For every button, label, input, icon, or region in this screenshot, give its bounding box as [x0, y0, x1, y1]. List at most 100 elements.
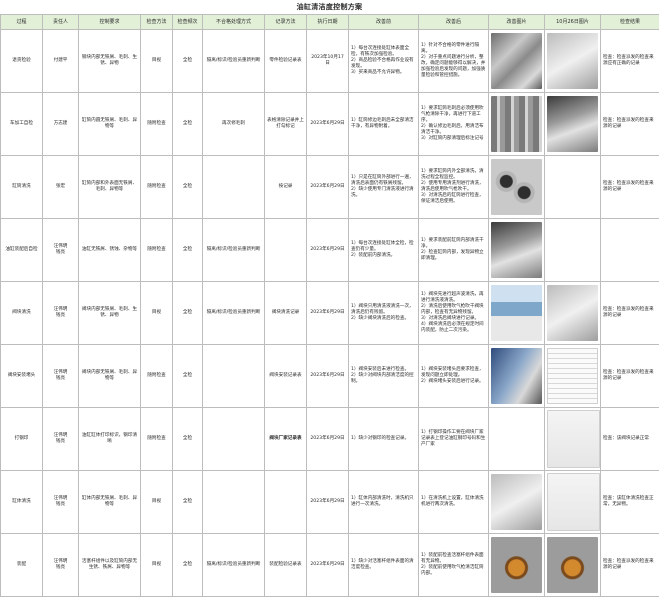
cell-after: 1）针对不合格的零件进行隔离。 2）对于重点问题进行分析，整改，确定问题能够得以…: [419, 30, 489, 93]
header-method: 检查方法: [141, 15, 173, 30]
table-row: 车加工自检 方志建 缸筒内圆无铁屑、毛刺、异物等 随附检查 全检 再次修毛刺 表…: [1, 93, 659, 156]
cell-date: 2023年10月17日: [307, 30, 349, 93]
cell-frequency: 全检: [173, 282, 203, 345]
oct26-record-sheet: [547, 348, 598, 404]
cell-after: 1）装配前检查活塞杆组件表面有无异物。 2）装配前使用吹气枪清洁缸筒内部。: [419, 534, 489, 597]
cell-nonconform: 隔离/标识/检验员重新判断: [203, 30, 265, 93]
oct26-photo: [547, 96, 598, 152]
cell-result: 检查：检查派发的检查来源的记录: [601, 345, 659, 408]
cell-result: 检查：检查派发的检查来源的记录: [601, 282, 659, 345]
cell-date: 2023年6月29日: [307, 93, 349, 156]
cell-requirement: 油缸无铁屑、锈蚀、杂物等: [79, 219, 141, 282]
cell-before: 1）阀块只用清洗液清洗一次，清洗后仍有残留。 2）缺少阀块清洗后的检查。: [349, 282, 419, 345]
cell-frequency: 全检: [173, 156, 203, 219]
cell-improvement-photo: [489, 345, 545, 408]
header-owner: 责任人: [43, 15, 79, 30]
improvement-photo: [491, 222, 542, 278]
cell-oct26-photo: [545, 345, 601, 408]
cell-before: 1）缸体内部清洗时，清洗机只进行一次清洗。: [349, 471, 419, 534]
cell-result: 检查：检查派发的检查来源的记录: [601, 156, 659, 219]
header-process: 过程: [1, 15, 43, 30]
table-row: 缸筒清洗 张宏 缸筒内部和外表面无铁屑、毛刺、异物等 随附检查 全检 按记录 2…: [1, 156, 659, 219]
cell-process: 车加工自检: [1, 93, 43, 156]
cell-requirement: 阀块内部无铁屑、毛刺、异物等: [79, 345, 141, 408]
cell-method: 目视: [141, 282, 173, 345]
cell-before: 1）缺少对钢印的检查记录。: [349, 408, 419, 471]
cell-oct26-photo: [545, 408, 601, 471]
oct26-photo: [547, 473, 600, 531]
cell-after: 1）阀块安装堵头后要求检查，发现问题立即处理。 2）阀块堵头安装后进行记录。: [419, 345, 489, 408]
oct26-photo: [547, 33, 598, 89]
cell-before: 1）每台次连接处缸体表面全检，有铁次加强检验。 2）商品检验不合格再作业设有发现…: [349, 30, 419, 93]
cell-record: 零件检验记录表: [265, 30, 307, 93]
cell-owner: 付建平: [43, 30, 79, 93]
improvement-photo: [491, 474, 542, 530]
cell-owner: 汪伟明 钱亮: [43, 408, 79, 471]
cell-nonconform: [203, 156, 265, 219]
cell-result: 检查：检查派发的检查来源的记录: [601, 534, 659, 597]
cell-after: 1）要求装配前缸筒内部清洗干净。 2）检查缸筒内部，发现异物立即清理。: [419, 219, 489, 282]
cell-before: 1）只是在缸筒外部进行一遍，清洗后表面仍有铁屑残留。 2）缺少使用专门清洗液进行…: [349, 156, 419, 219]
cell-nonconform: 隔离/标识/检验员重新判断: [203, 534, 265, 597]
cell-nonconform: 隔离/标识/检验员重新判断: [203, 282, 265, 345]
header-record: 记录方法: [265, 15, 307, 30]
cell-oct26-photo: [545, 30, 601, 93]
document-page: 油缸清洁度控制方案 过程 责任人 控制要求 检查方法 检查频次 不合格处理方式 …: [0, 0, 659, 595]
cell-process: 退货检验: [1, 30, 43, 93]
cell-owner: 汪伟明 钱亮: [43, 471, 79, 534]
cell-process: 缸体清洗: [1, 471, 43, 534]
cell-frequency: 全检: [173, 345, 203, 408]
cell-improvement-photo: [489, 156, 545, 219]
cell-nonconform: 隔离/标识/检验员重新判断: [203, 219, 265, 282]
table-row: 缸体清洗 汪伟明 钱亮 缸体内部无铁屑、毛刺、异物等 目视 全检 2023年6月…: [1, 471, 659, 534]
cell-process: 阀块清洗: [1, 282, 43, 345]
oct26-photo: [547, 537, 598, 593]
cell-frequency: 全检: [173, 30, 203, 93]
header-oct26-photo: 10月26日图片: [545, 15, 601, 30]
cell-date: 2023年6月29日: [307, 534, 349, 597]
header-before: 改善前: [349, 15, 419, 30]
table-row: 打钢印 汪伟明 钱亮 油缸缸体打印标识，钢印清晰 随附检查 全检 阀块厂家记录表…: [1, 408, 659, 471]
cell-record: 按记录: [265, 156, 307, 219]
cell-improvement-photo: [489, 30, 545, 93]
cell-improvement-photo: [489, 471, 545, 534]
cell-after: 1）在清洗机上设置，缸体清洗机进行两次清洗。: [419, 471, 489, 534]
cell-record: 阀块安装记录表: [265, 345, 307, 408]
cell-frequency: 全检: [173, 534, 203, 597]
table-row: 阀块安装堵头 汪伟明 钱亮 阀块内部无铁屑、毛刺、异物等 随附检查 全检 阀块安…: [1, 345, 659, 408]
cell-method: 随附检查: [141, 219, 173, 282]
cell-owner: 方志建: [43, 93, 79, 156]
header-frequency: 检查频次: [173, 15, 203, 30]
cell-after: 1）要求缸筒内外全部清洗，清洗过程全程监控。 2）使用专用清洗剂进行清洗，清洗后…: [419, 156, 489, 219]
cell-nonconform: [203, 471, 265, 534]
improvement-photo: [491, 33, 542, 89]
cell-requirement: 缸筒内部和外表面无铁屑、毛刺、异物等: [79, 156, 141, 219]
cell-method: 随附检查: [141, 156, 173, 219]
cell-before: 1）每台次连接处缸体全检，检查仍有少量。 2）装配前内部清洗。: [349, 219, 419, 282]
cell-requirement: 阀块内部无铁屑、毛刺、生锈、异物: [79, 282, 141, 345]
cell-process: 打钢印: [1, 408, 43, 471]
cell-frequency: 全检: [173, 93, 203, 156]
cell-oct26-photo: [545, 219, 601, 282]
cell-before: 1）缺少对活塞杆组件表面的清洁度检查。: [349, 534, 419, 597]
cell-owner: 汪伟明 钱亮: [43, 282, 79, 345]
cell-result: 检查：检查派发的检查来源的记录: [601, 93, 659, 156]
header-row: 过程 责任人 控制要求 检查方法 检查频次 不合格处理方式 记录方法 执行日期 …: [1, 15, 659, 30]
cell-owner: 汪伟明 钱亮: [43, 345, 79, 408]
cell-record: [265, 471, 307, 534]
cell-frequency: 全检: [173, 408, 203, 471]
cell-process: 油缸装配后自检: [1, 219, 43, 282]
cell-oct26-photo: [545, 282, 601, 345]
improvement-photo: [491, 96, 542, 152]
improvement-photo: [491, 537, 542, 593]
cell-improvement-photo: [489, 93, 545, 156]
cell-oct26-photo: [545, 156, 601, 219]
cell-before: 1）缸筒修边毛刺后未全部清洁干净，有异物附着。: [349, 93, 419, 156]
header-date: 执行日期: [307, 15, 349, 30]
oct26-photo: [547, 285, 598, 341]
cell-requirement: 钢块内部无铁屑、毛刺、生锈、异物: [79, 30, 141, 93]
cell-date: 2023年6月29日: [307, 219, 349, 282]
cell-improvement-photo: [489, 282, 545, 345]
cell-record: 装配检验记录表: [265, 534, 307, 597]
control-plan-table: 过程 责任人 控制要求 检查方法 检查频次 不合格处理方式 记录方法 执行日期 …: [0, 14, 659, 597]
